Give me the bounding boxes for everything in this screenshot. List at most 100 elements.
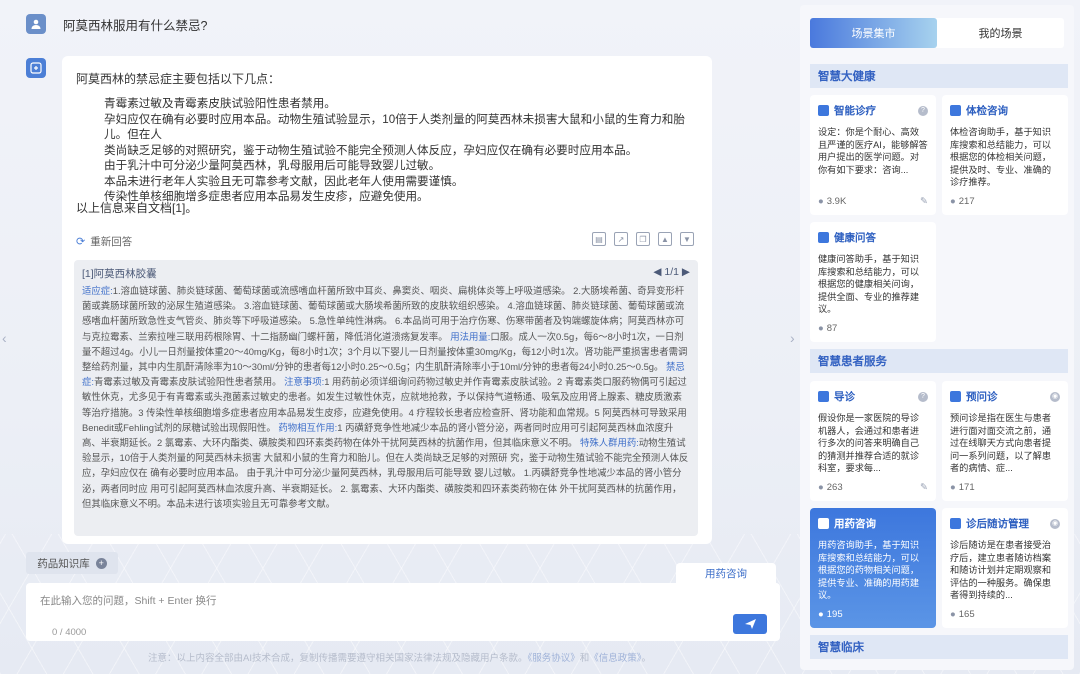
- knowledge-base-button[interactable]: 药品知识库 +: [26, 552, 118, 574]
- collapse-right-icon[interactable]: ›: [790, 330, 795, 346]
- ref-keyword: 药物相互作用:: [278, 421, 338, 433]
- eye-icon[interactable]: ◉: [1050, 391, 1060, 402]
- share-icon[interactable]: ↗: [614, 232, 628, 246]
- export-icon[interactable]: ▤: [592, 232, 606, 246]
- answer-actions: ▤ ↗ ❐ ▲ ▼: [592, 232, 694, 246]
- tab-scene-market[interactable]: 场景集市: [810, 18, 937, 48]
- edit-icon[interactable]: ✎: [920, 196, 928, 207]
- card-title: 诊后随访管理: [966, 518, 1029, 530]
- scene-card-selected[interactable]: 用药咨询 用药咨询助手，基于知识库搜索和总结能力，可以根据您的药物相关问题，提供…: [810, 508, 936, 628]
- card-desc: 健康问答助手，基于知识库搜索和总结能力，可以根据您的健康相关问询，提供全面、专业…: [818, 254, 920, 315]
- section-smart-health: 智慧大健康: [810, 64, 1068, 88]
- scene-panel: 场景集市 我的场景 智慧大健康 智能诊疗 ? 设定：你是个耐心、高效且严谨的医疗…: [800, 5, 1074, 670]
- usage-icon: ●: [950, 482, 956, 493]
- answer-point: 类尚缺乏足够的对照研究，鉴于动物生殖试验不能完全预测人体反应，孕妇应仅在确有必要…: [104, 143, 638, 157]
- thumbs-up-icon[interactable]: ▲: [658, 232, 672, 246]
- answer-point: 青霉素过敏及青霉素皮肤试验阳性患者禁用。: [104, 97, 336, 110]
- card-count: 217: [958, 196, 975, 207]
- tab-my-scenes[interactable]: 我的场景: [937, 18, 1064, 48]
- usage-icon: ●: [950, 609, 956, 620]
- usage-icon: ●: [818, 323, 824, 334]
- card-title: 用药咨询: [834, 518, 876, 530]
- usage-icon: ●: [950, 196, 956, 207]
- scene-card[interactable]: 智能诊疗 ? 设定：你是个耐心、高效且严谨的医疗AI，能够解答用户提出的医学问题…: [810, 95, 936, 215]
- send-icon: [744, 619, 756, 629]
- scene-card[interactable]: 诊后随访管理 ◉ 诊后随访是在患者接受治疗后，建立患者随访档案和随访计划并定期观…: [942, 508, 1068, 628]
- user-avatar-icon: [26, 14, 46, 34]
- service-agreement-link[interactable]: 《服务协议》: [527, 653, 579, 664]
- card-title: 智能诊疗: [834, 105, 876, 117]
- ref-keyword: 注意事项:: [284, 376, 325, 388]
- card-desc: 预问诊是指在医生与患者进行面对面交流之前，通过在线聊天方式向患者提问一系列问题，…: [950, 413, 1052, 474]
- pre-consult-icon: [950, 391, 961, 402]
- info-icon[interactable]: ?: [918, 105, 928, 116]
- chat-input-area: 0 / 4000: [26, 583, 780, 641]
- refresh-icon: ⟳: [76, 236, 86, 248]
- user-question-row: 阿莫西林服用有什么禁忌?: [26, 14, 207, 34]
- card-desc: 设定：你是个耐心、高效且严谨的医疗AI，能够解答用户提出的医学问题。对你有如下要…: [818, 127, 928, 175]
- answer-points: 青霉素过敏及青霉素皮肤试验阳性患者禁用。 孕妇应仅在确有必要时应用本品。动物生殖…: [104, 96, 704, 205]
- card-title: 预问诊: [966, 391, 998, 403]
- answer-source: 以上信息来自文档[1]。: [76, 201, 198, 215]
- card-count: 195: [826, 609, 843, 620]
- usage-icon: ●: [818, 609, 824, 620]
- thumbs-down-icon[interactable]: ▼: [680, 232, 694, 246]
- guide-icon: [818, 391, 829, 402]
- active-scene-tab[interactable]: 用药咨询: [676, 563, 776, 583]
- card-desc: 体检咨询助手，基于知识库搜索和总结能力，可以根据您的体检相关问题，提供及时、专业…: [950, 127, 1052, 188]
- user-question: 阿莫西林服用有什么禁忌?: [63, 18, 208, 33]
- card-count: 3.9K: [826, 196, 847, 207]
- answer-point: 由于乳汁中可分泌少量阿莫西林，乳母服用后可能导致婴儿过敏。: [104, 159, 441, 172]
- chat-input[interactable]: [40, 593, 680, 613]
- scene-card[interactable]: 预问诊 ◉ 预问诊是指在医生与患者进行面对面交流之前，通过在线聊天方式向患者提问…: [942, 381, 1068, 501]
- card-title: 健康问答: [834, 232, 876, 244]
- card-desc: 用药咨询助手，基于知识库搜索和总结能力，可以根据您的药物相关问题，提供专业、准确…: [818, 540, 920, 601]
- regenerate-button[interactable]: ⟳ 重新回答: [76, 234, 132, 249]
- medication-icon: [818, 518, 829, 529]
- bot-avatar-icon: [26, 58, 46, 78]
- reference-pager[interactable]: ◀ 1/1 ▶: [653, 266, 690, 281]
- ref-text: 青霉素过敏及青霉素皮肤试验阳性患者禁用。: [93, 376, 282, 388]
- answer-card: 阿莫西林的禁忌症主要包括以下几点： 青霉素过敏及青霉素皮肤试验阳性患者禁用。 孕…: [62, 56, 712, 544]
- disclaimer-and: 和: [579, 653, 590, 664]
- reference-panel: [1]阿莫西林胶囊 ◀ 1/1 ▶ 适应症:1.溶血链球菌、肺炎链球菌、葡萄球菌…: [74, 260, 698, 536]
- disclaimer-text: 注意：以上内容全部由AI技术合成，复制传播需要遵守相关国家法律法规及隐藏用户条款…: [148, 653, 528, 664]
- checkup-icon: [950, 105, 961, 116]
- ref-keyword: 特殊人群用药:: [579, 437, 639, 449]
- card-count: 263: [826, 482, 843, 493]
- info-icon[interactable]: ?: [918, 391, 928, 402]
- card-desc: 诊后随访是在患者接受治疗后，建立患者随访档案和随访计划并定期观察和评估的一种服务…: [950, 540, 1052, 601]
- card-count: 165: [958, 609, 975, 620]
- collapse-left-icon[interactable]: ‹: [2, 330, 7, 346]
- reference-title: [1]阿莫西林胶囊: [82, 268, 157, 280]
- answer-point: 本品未进行老年人实验且无可靠参考文献，因此老年人使用需要谨慎。: [104, 174, 464, 188]
- send-button[interactable]: [733, 614, 767, 634]
- copy-icon[interactable]: ❐: [636, 232, 650, 246]
- usage-icon: ●: [818, 482, 824, 493]
- edit-icon[interactable]: ✎: [920, 482, 928, 493]
- followup-icon: [950, 518, 961, 529]
- health-qa-icon: [818, 232, 829, 243]
- section-patient-service: 智慧患者服务: [810, 349, 1068, 373]
- usage-icon: ●: [818, 196, 824, 207]
- info-policy-link[interactable]: 《信息政策》: [589, 653, 641, 664]
- knowledge-base-label: 药品知识库: [37, 557, 90, 570]
- scene-card[interactable]: 健康问答 健康问答助手，基于知识库搜索和总结能力，可以根据您的健康相关问询，提供…: [810, 222, 936, 342]
- answer-intro: 阿莫西林的禁忌症主要包括以下几点：: [76, 72, 281, 86]
- scene-card[interactable]: 导诊 ? 假设你是一家医院的导诊机器人，会通过和患者进行多次的问答来明确自己的猜…: [810, 381, 936, 501]
- ref-keyword: 用法用量:: [450, 330, 491, 342]
- disclaimer: 注意：以上内容全部由AI技术合成，复制传播需要遵守相关国家法律法规及隐藏用户条款…: [148, 650, 651, 664]
- card-desc: 假设你是一家医院的导诊机器人，会通过和患者进行多次的问答来明确自己的猜测并推荐合…: [818, 413, 920, 474]
- scene-tabs: 场景集市 我的场景: [810, 18, 1064, 48]
- plus-icon: +: [95, 557, 107, 569]
- scene-card[interactable]: 体检咨询 体检咨询助手，基于知识库搜索和总结能力，可以根据您的体检相关问题，提供…: [942, 95, 1068, 215]
- answer-point: 孕妇应仅在确有必要时应用本品。动物生殖试验显示，10倍于人类剂量的阿莫西林未损害…: [104, 112, 685, 142]
- card-title: 体检咨询: [966, 105, 1008, 117]
- card-count: 171: [958, 482, 975, 493]
- eye-icon[interactable]: ◉: [1050, 518, 1060, 529]
- ref-keyword: 适应症:: [82, 285, 113, 296]
- regenerate-label: 重新回答: [90, 236, 133, 248]
- reference-body: 适应症:1.溶血链球菌、肺炎链球菌、葡萄球菌或流感嗜血杆菌所致中耳炎、鼻窦炎、咽…: [82, 283, 690, 511]
- disclaimer-end: 。: [641, 653, 652, 664]
- card-count: 87: [826, 323, 838, 334]
